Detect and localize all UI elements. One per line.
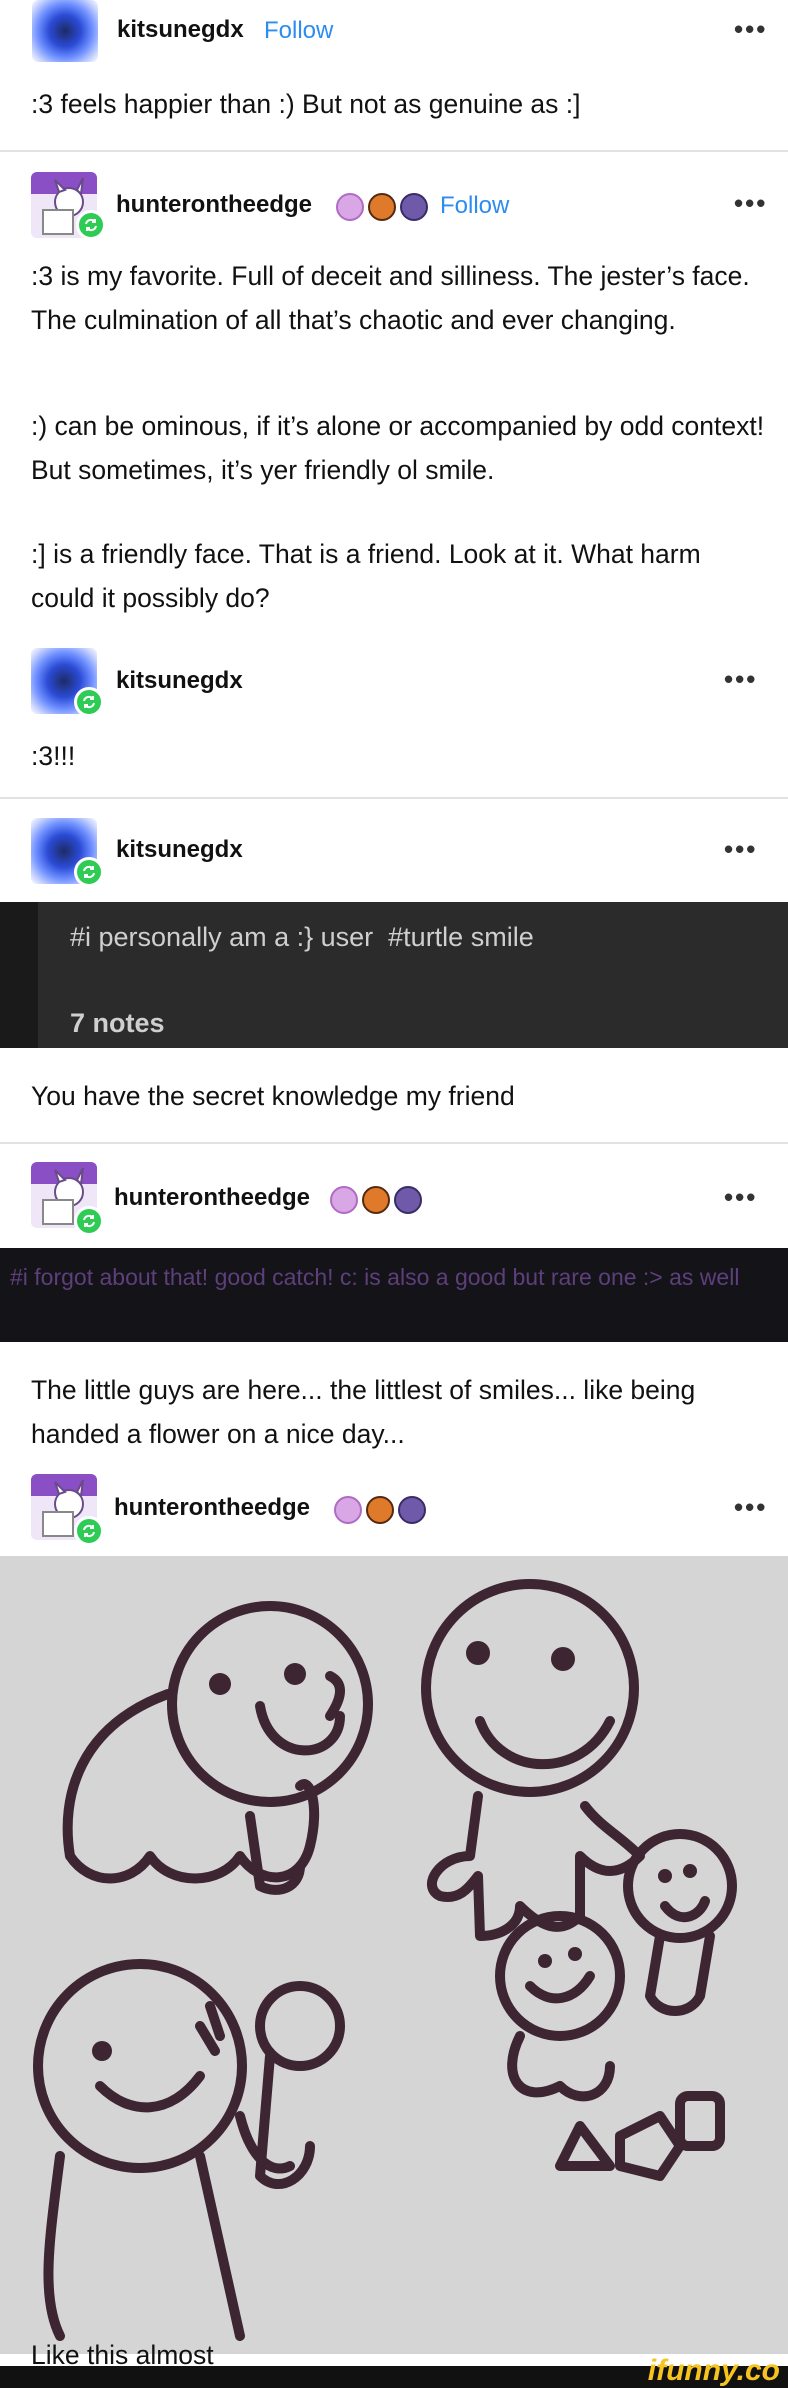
notes-count[interactable]: 7 notes: [70, 1008, 165, 1039]
username-hunterontheedge[interactable]: hunterontheedge: [114, 1494, 310, 1522]
paw-badge-icon: [362, 1186, 390, 1214]
follow-button[interactable]: Follow: [440, 192, 509, 220]
reblog-icon: [74, 1516, 104, 1546]
post-tags[interactable]: #i personally am a :} user #turtle smile: [70, 922, 534, 953]
follow-button[interactable]: Follow: [264, 17, 333, 45]
skull-badge-icon: [394, 1186, 422, 1214]
skull-badge-icon: [398, 1496, 426, 1524]
divider: [0, 797, 788, 799]
brain-badge-icon: [330, 1186, 358, 1214]
more-options-button[interactable]: •••: [724, 834, 757, 865]
more-options-button[interactable]: •••: [734, 14, 767, 45]
post-paragraph: :3 is my favorite. Full of deceit and si…: [31, 261, 750, 335]
divider: [0, 150, 788, 152]
smiley-drawing: [0, 1556, 788, 2354]
brain-badge-icon: [334, 1496, 362, 1524]
reblog-icon: [74, 1206, 104, 1236]
username-kitsunegdx[interactable]: kitsunegdx: [116, 667, 243, 695]
tags-bar: #i personally am a :} user #turtle smile…: [0, 902, 788, 1048]
tags-bar: #i forgot about that! good catch! c: is …: [0, 1248, 788, 1342]
ifunny-watermark: ifunny.co: [647, 2354, 780, 2387]
paw-badge-icon: [366, 1496, 394, 1524]
reblog-icon: [74, 687, 104, 717]
username-kitsunegdx[interactable]: kitsunegdx: [117, 16, 244, 44]
more-options-button[interactable]: •••: [724, 664, 757, 695]
divider: [0, 1142, 788, 1144]
more-options-button[interactable]: •••: [734, 1492, 767, 1523]
post-paragraph: :) can be ominous, if it’s alone or acco…: [31, 411, 765, 485]
paw-badge-icon: [368, 193, 396, 221]
skull-badge-icon: [400, 193, 428, 221]
post-text: The little guys are here... the littlest…: [31, 1375, 696, 1449]
avatar-kitsunegdx[interactable]: [32, 0, 98, 62]
reblog-icon: [74, 857, 104, 887]
post-paragraph: :] is a friendly face. That is a friend.…: [31, 539, 701, 613]
reblog-icon: [76, 210, 106, 240]
post-text: :3 feels happier than :) But not as genu…: [31, 89, 581, 119]
more-options-button[interactable]: •••: [734, 188, 767, 219]
post-tags[interactable]: #i forgot about that! good catch! c: is …: [10, 1258, 780, 1296]
username-hunterontheedge[interactable]: hunterontheedge: [114, 1184, 310, 1212]
brain-badge-icon: [336, 193, 364, 221]
post-text: :3!!!: [31, 741, 76, 771]
username-kitsunegdx[interactable]: kitsunegdx: [116, 836, 243, 864]
username-hunterontheedge[interactable]: hunterontheedge: [116, 191, 312, 219]
more-options-button[interactable]: •••: [724, 1182, 757, 1213]
post-text: You have the secret knowledge my friend: [31, 1081, 515, 1111]
